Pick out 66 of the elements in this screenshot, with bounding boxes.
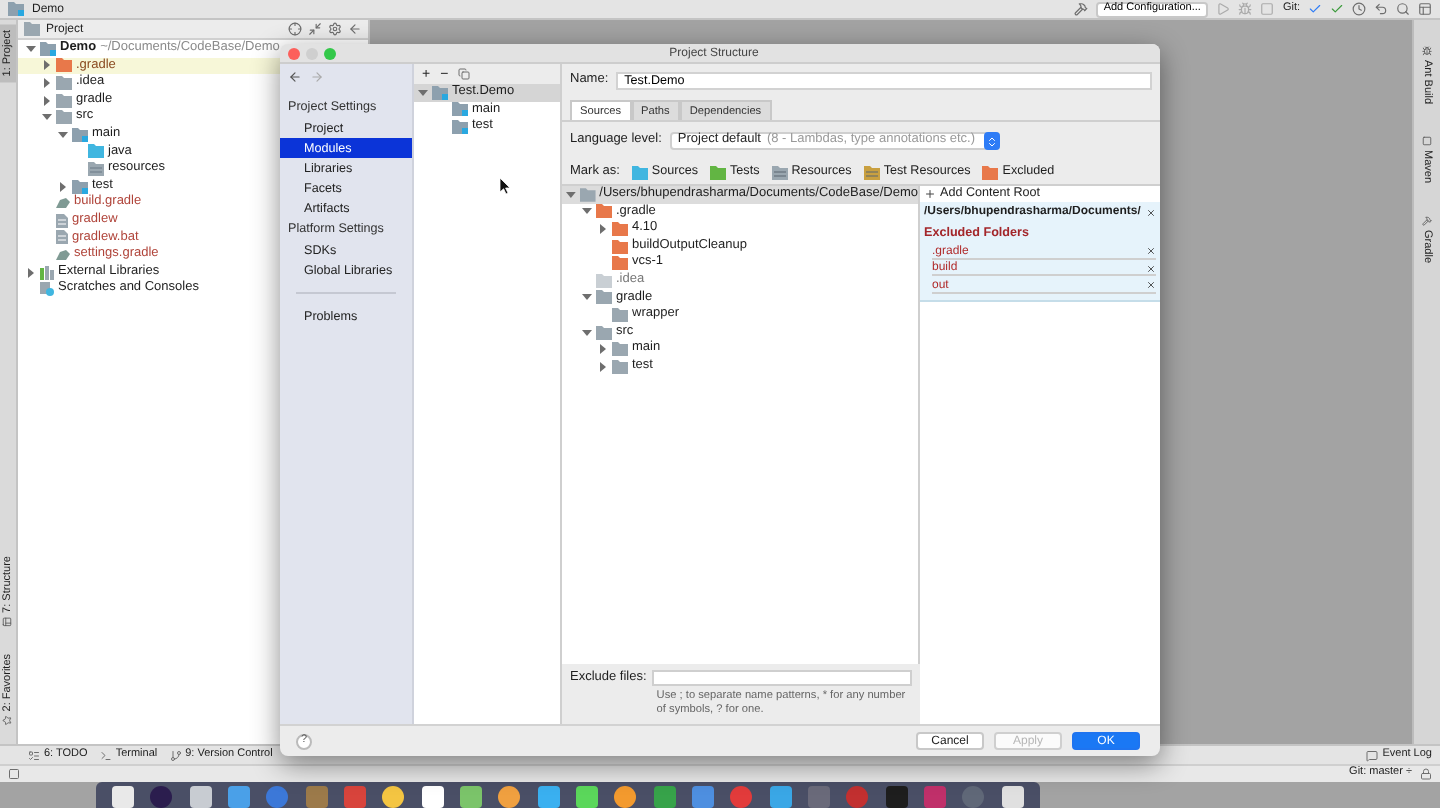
expanded-arrow-icon[interactable] <box>26 43 36 54</box>
locate-icon[interactable] <box>288 22 302 36</box>
collapsed-arrow-icon[interactable] <box>598 361 608 372</box>
copy-icon[interactable] <box>458 68 471 80</box>
expanded-arrow-icon[interactable] <box>418 87 428 98</box>
favorites-icon <box>3 716 13 726</box>
module-folder-icon <box>72 179 88 194</box>
folder-icon <box>631 166 648 180</box>
panel-toggle-icon[interactable] <box>8 768 20 780</box>
search-icon[interactable] <box>1396 2 1410 16</box>
update-check-icon[interactable] <box>1308 2 1322 16</box>
collapsed-arrow-icon[interactable] <box>26 267 36 278</box>
app-icon[interactable] <box>421 786 444 808</box>
revert-icon[interactable] <box>1374 2 1388 16</box>
app-icon[interactable] <box>460 786 483 808</box>
folder-icon <box>863 166 880 180</box>
collapsed-arrow-icon[interactable] <box>42 60 52 71</box>
app-icon[interactable] <box>537 786 560 808</box>
expanded-arrow-icon[interactable] <box>42 112 52 123</box>
event-log-icon[interactable] <box>1366 749 1379 761</box>
terminal-icon[interactable] <box>99 749 112 761</box>
expanded-arrow-icon[interactable] <box>582 292 592 303</box>
library-icon <box>40 265 54 280</box>
commit-check-icon[interactable] <box>1330 2 1344 16</box>
app-icon[interactable] <box>382 786 405 808</box>
scratches-icon <box>40 282 54 297</box>
collapsed-arrow-icon[interactable] <box>42 95 52 106</box>
module-folder-icon <box>8 2 24 16</box>
expanded-arrow-icon[interactable] <box>582 206 592 217</box>
app-icon[interactable] <box>112 786 135 808</box>
todo-icon[interactable] <box>28 749 40 761</box>
collapsed-arrow-icon[interactable] <box>598 344 608 355</box>
add-icon[interactable] <box>924 188 936 201</box>
hide-icon[interactable] <box>348 22 362 36</box>
collapsed-arrow-icon[interactable] <box>598 223 608 234</box>
collapsed-arrow-icon[interactable] <box>58 181 68 192</box>
close-window-button[interactable] <box>288 47 300 59</box>
folder-icon <box>982 166 999 180</box>
collapse-icon[interactable] <box>308 22 322 36</box>
app-icon[interactable] <box>576 786 599 808</box>
mouse-pointer-icon <box>500 178 510 194</box>
back-icon[interactable] <box>288 70 302 84</box>
collapsed-arrow-icon[interactable] <box>42 77 52 88</box>
structure-icon <box>3 616 13 627</box>
exclude-files-field[interactable] <box>652 670 912 686</box>
settings-icon[interactable] <box>328 22 342 36</box>
build-icon[interactable] <box>1073 2 1088 16</box>
app-icon[interactable] <box>189 786 212 808</box>
module-folder-icon <box>432 85 448 100</box>
module-folder-icon <box>72 127 88 142</box>
expanded-arrow-icon[interactable] <box>58 129 68 140</box>
module-folder-icon <box>40 41 56 56</box>
folder-icon <box>771 166 788 180</box>
app-icon[interactable] <box>614 786 637 808</box>
lock-icon[interactable] <box>1420 768 1432 780</box>
dropdown-stepper[interactable] <box>983 132 1000 150</box>
gradle-file-icon <box>56 196 70 211</box>
folder-icon <box>710 166 727 180</box>
vcs-icon[interactable] <box>169 749 182 761</box>
gradle-file-icon <box>56 247 70 262</box>
app-icon[interactable] <box>1001 786 1024 808</box>
expanded-arrow-icon[interactable] <box>582 327 592 338</box>
app-icon[interactable] <box>498 786 521 808</box>
layout-icon[interactable] <box>1418 2 1432 16</box>
history-icon[interactable] <box>1352 2 1366 16</box>
expanded-arrow-icon[interactable] <box>566 189 576 200</box>
